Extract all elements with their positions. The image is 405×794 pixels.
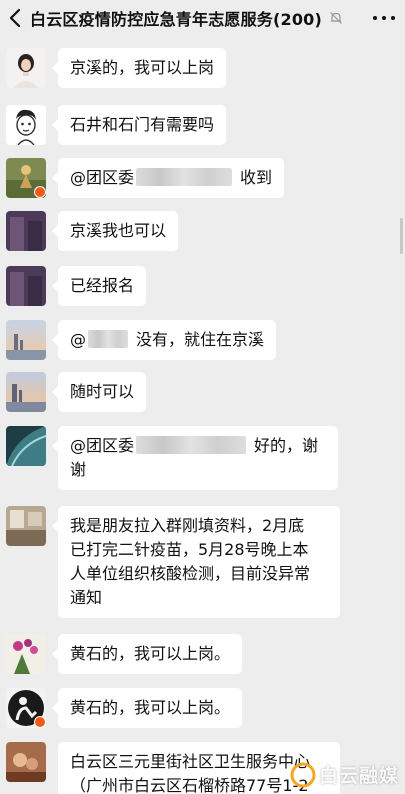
avatar[interactable] [6, 634, 46, 674]
message-bubble[interactable]: @团区委 好的，谢 谢 [52, 426, 338, 490]
avatar[interactable] [6, 105, 46, 145]
message-bubble[interactable]: 已经报名 [51, 266, 147, 306]
chevron-left-icon [9, 8, 21, 28]
mention-text: @团区委 [70, 168, 135, 187]
message-list[interactable]: 京溪的，我可以上岗 石井和石门有需要吗 @团区委 收到 京溪我也可以 已经报名 … [0, 36, 405, 794]
dot-icon [382, 16, 386, 20]
message-bubble[interactable]: 京溪的，我可以上岗 [51, 48, 227, 88]
avatar[interactable] [6, 372, 46, 412]
mute-bell-icon [328, 10, 344, 26]
watermark-text: 白云融媒 [318, 765, 399, 787]
avatar[interactable] [6, 211, 46, 251]
redacted-name [136, 168, 233, 186]
message-bubble[interactable]: 我是朋友拉入群刚填资料，2月底 已打完二针疫苗，5月28号晚上本 人单位组织核酸… [52, 506, 340, 618]
avatar[interactable] [6, 48, 46, 88]
mention-text: @ [70, 330, 86, 349]
watermark: 白云融媒 [290, 761, 399, 788]
brand-logo-icon [290, 762, 316, 787]
message-text: 好的，谢 [254, 436, 319, 455]
message-bubble[interactable]: @ 没有，就住在京溪 [51, 320, 277, 360]
message-bubble[interactable]: 黄石的，我可以上岗。 [51, 634, 243, 674]
message-line: 我是朋友拉入群刚填资料，2月底 [70, 516, 305, 535]
status-badge [34, 186, 46, 198]
message-line: 已打完二针疫苗，5月28号晚上本 [70, 540, 309, 559]
avatar[interactable] [6, 266, 46, 306]
message-text: 谢 [70, 460, 87, 479]
more-options-button[interactable] [373, 8, 395, 28]
avatar[interactable] [6, 320, 46, 360]
message-line: 通知 [70, 588, 103, 607]
chat-header: 白云区疫情防控应急青年志愿服务(200) [0, 0, 405, 36]
dot-icon [373, 16, 377, 20]
chat-title: 白云区疫情防控应急青年志愿服务(200) [30, 10, 323, 29]
message-bubble[interactable]: 随时可以 [51, 372, 147, 412]
redacted-name [88, 330, 128, 348]
message-bubble[interactable]: 京溪我也可以 [51, 211, 179, 251]
avatar[interactable] [6, 506, 46, 546]
back-button[interactable] [0, 0, 30, 36]
message-text: 收到 [240, 168, 273, 187]
message-line: 人单位组织核酸检测，目前没异常 [70, 564, 311, 583]
scrollbar[interactable] [400, 218, 403, 254]
message-bubble[interactable]: 黄石的，我可以上岗。 [51, 688, 243, 728]
message-text: 没有，就住在京溪 [136, 330, 265, 349]
status-badge [34, 716, 46, 728]
avatar[interactable] [6, 426, 46, 466]
dot-icon [391, 16, 395, 20]
message-bubble[interactable]: @团区委 收到 [51, 158, 285, 198]
redacted-name [136, 436, 247, 454]
message-bubble[interactable]: 石井和石门有需要吗 [51, 105, 227, 145]
avatar[interactable] [6, 742, 46, 782]
mention-text: @团区委 [70, 436, 135, 455]
